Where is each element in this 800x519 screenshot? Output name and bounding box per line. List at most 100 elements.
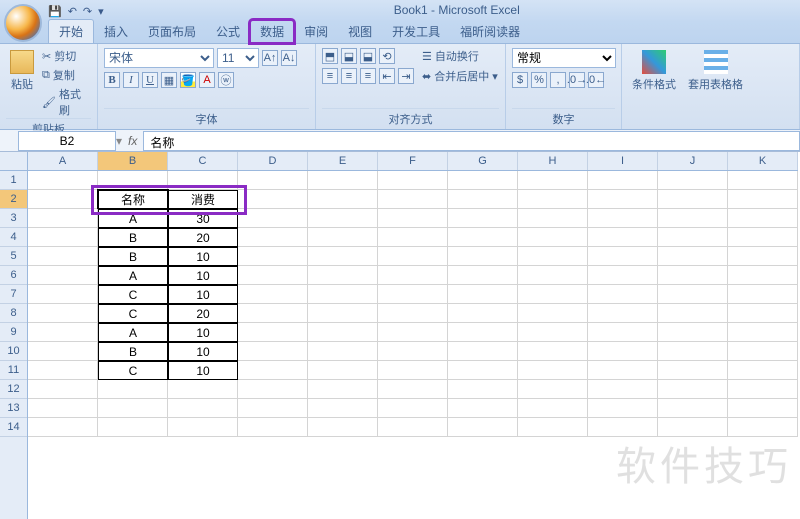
redo-icon[interactable]: ↷ bbox=[83, 5, 92, 18]
wrap-text-button[interactable]: ☰自动换行 bbox=[422, 48, 498, 64]
cell-F6[interactable] bbox=[378, 266, 448, 285]
cell-F8[interactable] bbox=[378, 304, 448, 323]
cell-A8[interactable] bbox=[28, 304, 98, 323]
cell-F14[interactable] bbox=[378, 418, 448, 437]
cell-C9[interactable]: 10 bbox=[168, 323, 238, 342]
col-header-C[interactable]: C bbox=[168, 152, 238, 170]
row-header-7[interactable]: 7 bbox=[0, 285, 27, 304]
tab-开始[interactable]: 开始 bbox=[48, 19, 94, 43]
cell-K7[interactable] bbox=[728, 285, 798, 304]
cell-I5[interactable] bbox=[588, 247, 658, 266]
cell-J2[interactable] bbox=[658, 190, 728, 209]
cell-C11[interactable]: 10 bbox=[168, 361, 238, 380]
cell-I10[interactable] bbox=[588, 342, 658, 361]
cell-K9[interactable] bbox=[728, 323, 798, 342]
font-size-combo[interactable]: 11 bbox=[217, 48, 259, 68]
cell-F4[interactable] bbox=[378, 228, 448, 247]
select-all-corner[interactable] bbox=[0, 152, 28, 171]
cell-C10[interactable]: 10 bbox=[168, 342, 238, 361]
cell-A11[interactable] bbox=[28, 361, 98, 380]
cell-E3[interactable] bbox=[308, 209, 378, 228]
cell-J10[interactable] bbox=[658, 342, 728, 361]
cell-H8[interactable] bbox=[518, 304, 588, 323]
cell-F10[interactable] bbox=[378, 342, 448, 361]
formula-input[interactable]: 名称 bbox=[143, 131, 800, 151]
cell-D11[interactable] bbox=[238, 361, 308, 380]
italic-button[interactable]: I bbox=[123, 72, 139, 88]
cell-B8[interactable]: C bbox=[98, 304, 168, 323]
increase-font-icon[interactable]: A↑ bbox=[262, 50, 278, 66]
cell-H11[interactable] bbox=[518, 361, 588, 380]
cell-G10[interactable] bbox=[448, 342, 518, 361]
cell-J11[interactable] bbox=[658, 361, 728, 380]
cell-F12[interactable] bbox=[378, 380, 448, 399]
cell-D3[interactable] bbox=[238, 209, 308, 228]
office-button[interactable] bbox=[4, 4, 42, 42]
cell-F7[interactable] bbox=[378, 285, 448, 304]
cell-B10[interactable]: B bbox=[98, 342, 168, 361]
row-header-1[interactable]: 1 bbox=[0, 171, 27, 190]
cell-E9[interactable] bbox=[308, 323, 378, 342]
cell-B11[interactable]: C bbox=[98, 361, 168, 380]
cell-G9[interactable] bbox=[448, 323, 518, 342]
tab-视图[interactable]: 视图 bbox=[338, 20, 382, 43]
cell-H3[interactable] bbox=[518, 209, 588, 228]
format-painter-button[interactable]: 🖌格式刷 bbox=[42, 86, 91, 118]
currency-icon[interactable]: $ bbox=[512, 72, 528, 88]
cell-D10[interactable] bbox=[238, 342, 308, 361]
row-header-13[interactable]: 13 bbox=[0, 399, 27, 418]
cell-D1[interactable] bbox=[238, 171, 308, 190]
tab-页面布局[interactable]: 页面布局 bbox=[138, 20, 206, 43]
cell-A1[interactable] bbox=[28, 171, 98, 190]
cell-A13[interactable] bbox=[28, 399, 98, 418]
cell-B4[interactable]: B bbox=[98, 228, 168, 247]
cell-E11[interactable] bbox=[308, 361, 378, 380]
cell-J5[interactable] bbox=[658, 247, 728, 266]
cell-I11[interactable] bbox=[588, 361, 658, 380]
cell-H12[interactable] bbox=[518, 380, 588, 399]
cell-G5[interactable] bbox=[448, 247, 518, 266]
col-header-J[interactable]: J bbox=[658, 152, 728, 170]
col-header-F[interactable]: F bbox=[378, 152, 448, 170]
tab-审阅[interactable]: 审阅 bbox=[294, 20, 338, 43]
cell-K6[interactable] bbox=[728, 266, 798, 285]
cell-F2[interactable] bbox=[378, 190, 448, 209]
undo-icon[interactable]: ↶ bbox=[68, 5, 77, 18]
tab-开发工具[interactable]: 开发工具 bbox=[382, 20, 450, 43]
decrease-decimal-icon[interactable]: .0← bbox=[588, 72, 604, 88]
cell-I6[interactable] bbox=[588, 266, 658, 285]
align-middle-icon[interactable]: ⬓ bbox=[341, 48, 357, 64]
tab-数据[interactable]: 数据 bbox=[250, 20, 294, 43]
cell-J3[interactable] bbox=[658, 209, 728, 228]
cell-K12[interactable] bbox=[728, 380, 798, 399]
cell-K10[interactable] bbox=[728, 342, 798, 361]
cell-A4[interactable] bbox=[28, 228, 98, 247]
cell-A12[interactable] bbox=[28, 380, 98, 399]
cell-G6[interactable] bbox=[448, 266, 518, 285]
cell-F5[interactable] bbox=[378, 247, 448, 266]
orientation-icon[interactable]: ⟲ bbox=[379, 48, 395, 64]
copy-button[interactable]: ⧉复制 bbox=[42, 67, 91, 83]
row-header-11[interactable]: 11 bbox=[0, 361, 27, 380]
cell-D13[interactable] bbox=[238, 399, 308, 418]
cell-H2[interactable] bbox=[518, 190, 588, 209]
row-header-6[interactable]: 6 bbox=[0, 266, 27, 285]
cell-C6[interactable]: 10 bbox=[168, 266, 238, 285]
cell-E1[interactable] bbox=[308, 171, 378, 190]
cell-H13[interactable] bbox=[518, 399, 588, 418]
cell-K5[interactable] bbox=[728, 247, 798, 266]
merge-center-button[interactable]: ⬌合并后居中▾ bbox=[422, 68, 498, 84]
cell-G2[interactable] bbox=[448, 190, 518, 209]
cell-H7[interactable] bbox=[518, 285, 588, 304]
row-header-2[interactable]: 2 bbox=[0, 190, 27, 209]
cell-J4[interactable] bbox=[658, 228, 728, 247]
cell-G13[interactable] bbox=[448, 399, 518, 418]
cell-B12[interactable] bbox=[98, 380, 168, 399]
col-header-H[interactable]: H bbox=[518, 152, 588, 170]
increase-decimal-icon[interactable]: .0→ bbox=[569, 72, 585, 88]
tab-公式[interactable]: 公式 bbox=[206, 20, 250, 43]
cell-E5[interactable] bbox=[308, 247, 378, 266]
save-icon[interactable]: 💾 bbox=[48, 5, 62, 18]
phonetic-button[interactable]: ⓦ bbox=[218, 72, 234, 88]
cell-J13[interactable] bbox=[658, 399, 728, 418]
